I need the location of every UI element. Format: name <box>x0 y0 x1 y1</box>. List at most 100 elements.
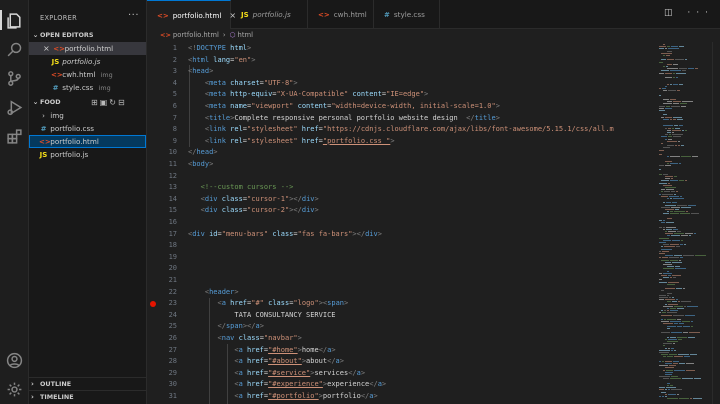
line-number: 24 <box>168 310 177 319</box>
minimap-line <box>670 83 672 85</box>
code-token: "stylesheet" <box>247 136 298 145</box>
minimap-line <box>682 101 693 103</box>
account-icon[interactable] <box>6 352 23 369</box>
code-token: >< <box>318 299 328 308</box>
file-item-selected[interactable]: <> portfolio.html <box>29 135 146 148</box>
tab-style-css[interactable]: # style.css <box>374 0 440 29</box>
open-editor-item[interactable]: # style.css img <box>29 81 146 94</box>
minimap-line <box>677 90 680 92</box>
tab-portfolio-html[interactable]: <> portfolio.html × <box>147 0 236 29</box>
open-editors-header[interactable]: ⌄ OPEN EDITORS <box>31 29 145 41</box>
new-folder-icon[interactable]: ▣ <box>100 98 110 107</box>
minimap-line <box>670 385 673 386</box>
vertical-scrollbar[interactable] <box>712 42 720 404</box>
search-icon[interactable] <box>6 41 23 58</box>
code-line[interactable]: 29 <a href="#service">services</a> <box>147 368 657 380</box>
timeline-section[interactable]: › TIMELINE <box>29 390 146 403</box>
minimap[interactable] <box>657 42 712 404</box>
code-line[interactable]: 28 <a href="#about">about</a> <box>147 356 657 368</box>
code-text: <!DOCTYPE html> <box>188 43 251 55</box>
tab-portfolio-js[interactable]: JS portfolio.js <box>231 0 308 29</box>
minimap-line <box>670 156 680 158</box>
code-line[interactable]: 19 <box>147 252 657 264</box>
code-line[interactable]: 27 <a href="#home">home</a> <box>147 345 657 357</box>
code-line[interactable]: 3 <head> <box>147 66 657 78</box>
open-editor-item[interactable]: JS portfolio.js <box>29 55 146 68</box>
code-line[interactable]: 8 <link rel="stylesheet" href="https://c… <box>147 124 657 136</box>
code-line[interactable]: 4 <meta charset="UTF-8"> <box>147 78 657 90</box>
folder-item-img[interactable]: › img <box>29 109 146 122</box>
split-editor-icon[interactable]: ◫ ··· <box>664 8 714 18</box>
code-line[interactable]: 26 <nav class="navbar"> <box>147 333 657 345</box>
minimap-line <box>681 235 688 237</box>
code-line[interactable]: 24 TATA CONSULTANCY SERVICE <box>147 310 657 322</box>
code-line[interactable]: 18 <box>147 240 657 252</box>
code-line[interactable]: 21 <box>147 275 657 287</box>
code-line[interactable]: 15 <div class="cursor-2"></div> <box>147 205 657 217</box>
refresh-icon[interactable]: ↻ <box>109 98 118 107</box>
folder-header[interactable]: ⌄ FOOD <box>31 96 145 108</box>
code-line[interactable]: 16 <box>147 217 657 229</box>
code-line[interactable]: 13 <!--custom cursors --> <box>147 182 657 194</box>
minimap-line <box>672 127 674 129</box>
code-token: </ <box>348 368 357 377</box>
code-line[interactable]: 17 <div id="menu-bars" class="fas fa-bars… <box>147 229 657 241</box>
run-debug-icon[interactable] <box>6 99 23 116</box>
timeline-label: TIMELINE <box>40 393 74 401</box>
minimap-line <box>671 235 680 237</box>
code-token: > <box>297 334 302 342</box>
code-line[interactable]: 30 <a href="#experience">experience</a> <box>147 379 657 391</box>
code-editor[interactable]: 1 <!DOCTYPE html> 2 <html lang="en"> 3 <head>… <box>147 42 657 404</box>
breadcrumb-file[interactable]: portfolio.html <box>173 31 219 39</box>
chevron-down-icon: ⌄ <box>32 98 39 106</box>
minimap-line <box>671 332 682 334</box>
code-line[interactable]: 6 <meta name="viewport" content="width=d… <box>147 101 657 113</box>
minimap-line <box>675 266 680 268</box>
file-item[interactable]: JS portfolio.js <box>29 148 146 161</box>
code-token: "#" <box>251 299 264 308</box>
code-line[interactable]: 1 <!DOCTYPE html> <box>147 43 657 55</box>
minimap-line <box>691 325 693 327</box>
code-text: </head> <box>188 147 218 159</box>
extensions-icon[interactable] <box>6 128 23 145</box>
settings-gear-icon[interactable] <box>6 381 23 398</box>
code-line[interactable]: 11 <body> <box>147 159 657 171</box>
new-file-icon[interactable]: ⊞ <box>91 98 100 107</box>
code-token: name <box>225 102 248 110</box>
minimap-line <box>667 270 669 272</box>
minimap-line <box>685 129 687 131</box>
minimap-line <box>661 354 668 356</box>
code-line[interactable]: 9 <link rel="stylesheet" href="portfolio… <box>147 136 657 148</box>
code-line[interactable]: 20 <box>147 263 657 275</box>
code-line[interactable]: 31 <a href="#portfolio">portfolio</a> <box>147 391 657 403</box>
explorer-icon[interactable] <box>6 12 23 29</box>
tab-cwh-html[interactable]: <> cwh.html <box>308 0 374 29</box>
code-line[interactable]: 12 <box>147 171 657 183</box>
breadcrumb-node[interactable]: html <box>238 31 253 39</box>
open-editor-item[interactable]: × <> portfolio.html <box>29 42 146 55</box>
code-line[interactable]: 5 <meta http-equiv="X-UA-Compatible" con… <box>147 89 657 101</box>
outline-section[interactable]: › OUTLINE <box>29 377 146 390</box>
tab-label: portfolio.js <box>252 10 291 19</box>
code-line[interactable]: 25 </span></a> <box>147 321 657 333</box>
minimap-line <box>663 125 673 127</box>
code-line[interactable]: 14 <div class="cursor-1"></div> <box>147 194 657 206</box>
code-line[interactable]: 2 <html lang="en"> <box>147 55 657 67</box>
code-line[interactable]: 10 </head> <box>147 147 657 159</box>
close-icon[interactable]: × <box>43 42 51 55</box>
code-line[interactable]: 23 <a href="#" class="logo"><span> <box>147 298 657 310</box>
line-number: 3 <box>172 67 177 76</box>
minimap-line <box>659 299 664 301</box>
more-actions-icon[interactable]: ··· <box>128 10 139 21</box>
collapse-all-icon[interactable]: ⊟ <box>118 98 127 107</box>
code-line[interactable]: 7 <title>Complete responsive personal po… <box>147 113 657 125</box>
source-control-icon[interactable] <box>6 70 23 87</box>
open-editor-item[interactable]: <> cwh.html img <box>29 68 146 81</box>
code-text: <header> <box>188 287 239 299</box>
file-item[interactable]: # portfolio.css <box>29 122 146 135</box>
code-text: <meta name="viewport" content="width=dev… <box>188 101 500 113</box>
code-line[interactable]: 22 <header> <box>147 287 657 299</box>
minimap-line <box>667 59 674 61</box>
minimap-line <box>665 85 667 87</box>
